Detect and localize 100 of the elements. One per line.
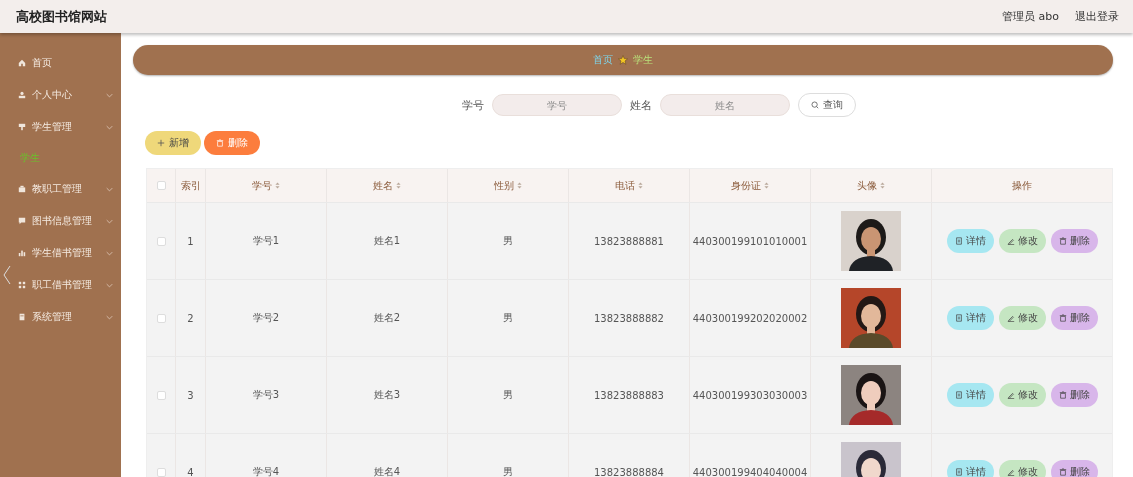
chevron-icon bbox=[106, 250, 113, 256]
table-cell: 440300199404040004 bbox=[692, 466, 808, 477]
detail-button[interactable]: 详情 bbox=[946, 306, 994, 330]
table-cell: 13823888884 bbox=[594, 466, 664, 477]
document-icon bbox=[18, 313, 26, 321]
column-header[interactable]: 头像 bbox=[857, 178, 885, 193]
bar-chart-icon bbox=[18, 249, 26, 257]
sort-icon bbox=[275, 182, 280, 189]
delete-button[interactable]: 删除 bbox=[1050, 306, 1098, 330]
detail-button[interactable]: 详情 bbox=[946, 460, 994, 477]
edit-button[interactable]: 修改 bbox=[998, 229, 1046, 253]
table-cell: 学号4 bbox=[252, 465, 280, 477]
column-header[interactable]: 学号 bbox=[252, 178, 280, 193]
sidebar-item[interactable]: 系统管理 bbox=[0, 301, 121, 333]
delete-button[interactable]: 删除 bbox=[1050, 229, 1098, 253]
briefcase-icon bbox=[18, 185, 26, 193]
row-checkbox[interactable] bbox=[156, 390, 166, 400]
field-label: 学号 bbox=[462, 97, 484, 113]
document-icon bbox=[954, 391, 963, 399]
breadcrumb-link[interactable]: 学生 bbox=[633, 53, 653, 67]
column-header[interactable]: 操作 bbox=[1012, 178, 1032, 193]
table-cell: 男 bbox=[503, 465, 513, 477]
grid-icon bbox=[18, 281, 26, 289]
chevron-icon bbox=[106, 186, 113, 192]
table-cell: 学号2 bbox=[252, 311, 280, 325]
pencil-icon bbox=[1006, 314, 1015, 322]
column-header[interactable]: 性别 bbox=[494, 178, 522, 193]
sidebar-item[interactable]: 学生管理 bbox=[0, 111, 121, 143]
table-cell: 13823888882 bbox=[594, 312, 664, 324]
trash-icon bbox=[1058, 314, 1067, 322]
table-cell: 3 bbox=[187, 389, 194, 401]
sort-icon bbox=[880, 182, 885, 189]
trash-icon bbox=[1058, 391, 1067, 399]
chevron-icon bbox=[106, 282, 113, 288]
table-cell: 2 bbox=[187, 312, 194, 324]
sort-icon bbox=[638, 182, 643, 189]
chat-icon bbox=[18, 217, 26, 225]
table-cell: 学号1 bbox=[252, 234, 280, 248]
row-checkbox[interactable] bbox=[156, 313, 166, 323]
sidebar-item[interactable]: 学生借书管理 bbox=[0, 237, 121, 269]
table-cell: 1 bbox=[187, 235, 194, 247]
table-cell: 4 bbox=[187, 466, 194, 477]
document-icon bbox=[954, 468, 963, 476]
table-cell: 姓名1 bbox=[373, 234, 401, 248]
sidebar-item[interactable]: 职工借书管理 bbox=[0, 269, 121, 301]
table-cell: 男 bbox=[503, 234, 513, 248]
pencil-icon bbox=[1006, 391, 1015, 399]
edit-button[interactable]: 修改 bbox=[998, 460, 1046, 477]
field-label: 姓名 bbox=[630, 97, 652, 113]
detail-button[interactable]: 详情 bbox=[946, 383, 994, 407]
table-cell: 440300199202020002 bbox=[692, 312, 808, 324]
table-cell: 男 bbox=[503, 388, 513, 402]
table-cell: 440300199101010001 bbox=[692, 235, 808, 247]
logout-link[interactable]: 退出登录 bbox=[1075, 9, 1119, 24]
person-icon bbox=[18, 91, 26, 99]
row-checkbox[interactable] bbox=[156, 467, 166, 477]
table-cell: 男 bbox=[503, 311, 513, 325]
trash-icon bbox=[1058, 468, 1067, 476]
column-header[interactable]: 身份证 bbox=[731, 178, 769, 193]
table-cell: 440300199303030003 bbox=[692, 389, 808, 401]
pencil-icon bbox=[1006, 468, 1015, 476]
column-header[interactable]: 索引 bbox=[180, 178, 201, 193]
search-field[interactable]: 学号 bbox=[492, 94, 622, 116]
sidebar-item[interactable]: 图书信息管理 bbox=[0, 205, 121, 237]
sort-icon bbox=[517, 182, 522, 189]
sidebar-item[interactable]: 教职工管理 bbox=[0, 173, 121, 205]
document-icon bbox=[954, 314, 963, 322]
trash-icon bbox=[216, 139, 224, 147]
delete-button[interactable]: 删除 bbox=[1050, 383, 1098, 407]
table-cell: 姓名2 bbox=[373, 311, 401, 325]
sidebar-item[interactable]: 首页 bbox=[0, 47, 121, 79]
document-icon bbox=[954, 237, 963, 245]
search-button[interactable]: 查询 bbox=[798, 93, 856, 117]
sign-icon bbox=[18, 123, 26, 131]
chevron-icon bbox=[106, 314, 113, 320]
pencil-icon bbox=[1006, 237, 1015, 245]
site-title: 高校图书馆网站 bbox=[16, 7, 107, 26]
column-header[interactable]: 姓名 bbox=[373, 178, 401, 193]
chevron-icon bbox=[106, 124, 113, 130]
search-field[interactable]: 姓名 bbox=[660, 94, 790, 116]
table-cell: 姓名4 bbox=[373, 465, 401, 477]
chevron-icon bbox=[106, 92, 113, 98]
sidebar-item[interactable]: 个人中心 bbox=[0, 79, 121, 111]
edit-button[interactable]: 修改 bbox=[998, 383, 1046, 407]
row-checkbox[interactable] bbox=[156, 236, 166, 246]
user-label: 管理员 abo bbox=[1002, 9, 1059, 24]
sort-icon bbox=[396, 182, 401, 189]
star-icon bbox=[618, 55, 628, 65]
add-button[interactable]: 新增 bbox=[145, 131, 201, 155]
detail-button[interactable]: 详情 bbox=[946, 229, 994, 253]
column-header[interactable]: 电话 bbox=[615, 178, 643, 193]
edit-button[interactable]: 修改 bbox=[998, 306, 1046, 330]
sort-icon bbox=[764, 182, 769, 189]
select-all-checkbox[interactable] bbox=[156, 181, 166, 190]
trash-icon bbox=[1058, 237, 1067, 245]
table-cell: 13823888881 bbox=[594, 235, 664, 247]
table-cell: 姓名3 bbox=[373, 388, 401, 402]
delete-button[interactable]: 删除 bbox=[1050, 460, 1098, 477]
table-cell: 学号3 bbox=[252, 388, 280, 402]
plus-icon bbox=[157, 139, 165, 147]
